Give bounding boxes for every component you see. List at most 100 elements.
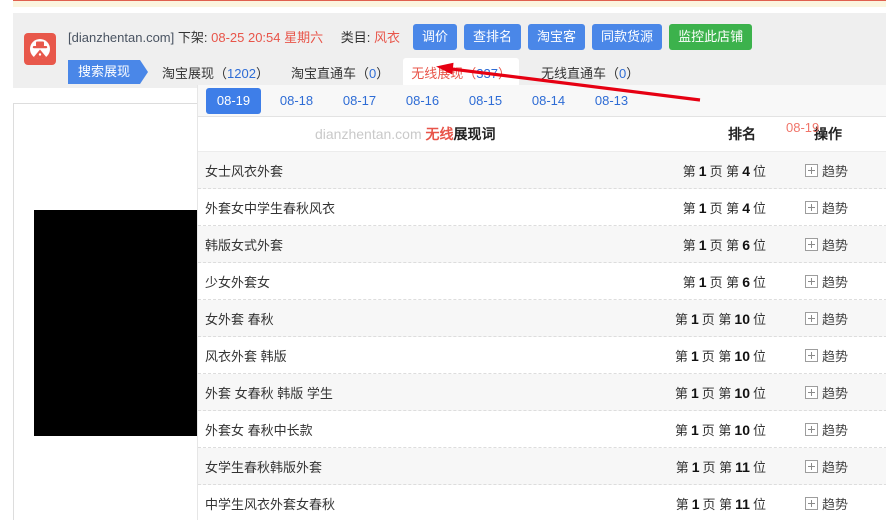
rank-cell: 第1页 第4位: [683, 161, 766, 180]
rank-word: 位: [752, 311, 766, 327]
rank-page-number: 1: [690, 347, 699, 364]
trend-label: 趋势: [822, 459, 849, 475]
keyword-cell: 女外套 春秋: [205, 311, 274, 327]
rank-position-number: 10: [734, 421, 750, 438]
nav-tab-淘宝直通车[interactable]: 淘宝直通车（0）: [291, 63, 389, 82]
nav-tab-paren: ）: [376, 65, 390, 81]
nav-tab-count: 337: [476, 65, 498, 81]
rank-page-number: 1: [691, 495, 700, 512]
nav-tab-search-display[interactable]: 搜索展现: [68, 60, 149, 84]
rank-word: 页 第: [701, 311, 732, 327]
rank-word: 第: [682, 274, 696, 290]
table-row: 女士风衣外套 第 1 页 第 4 位 趋势: [198, 152, 886, 189]
nav-tab-paren: ）: [255, 65, 269, 81]
date-tab-bar: 08-19 08-18 08-17 08-16 08-15 08-14 08-13: [198, 85, 886, 117]
nav-tab-label: 淘宝展现（: [162, 65, 228, 81]
rank-word: 页 第: [702, 459, 733, 475]
rank-word: 第: [682, 200, 696, 216]
keyword-cell: 风衣外套 韩版: [205, 348, 287, 364]
header-button-查排名[interactable]: 查排名: [464, 24, 522, 50]
rank-position-number: 4: [742, 199, 750, 216]
trend-label: 趋势: [822, 348, 849, 364]
nav-tab-paren: ）: [626, 65, 640, 81]
nav-tab-无线直通车[interactable]: 无线直通车（0）: [541, 63, 639, 82]
rank-word: 第: [674, 385, 688, 401]
trend-label: 趋势: [822, 422, 849, 438]
rank-cell: 第1页 第 11 位: [676, 494, 766, 513]
date-tab-08-15[interactable]: 08-15: [458, 88, 513, 114]
rank-page-number: 1: [690, 310, 699, 327]
rank-position-number: 6: [742, 236, 750, 253]
trend-button[interactable]: 趋势: [805, 346, 851, 365]
category-label: 类目:: [340, 30, 371, 45]
table-title-wireless: 无线: [425, 126, 454, 142]
trend-label: 趋势: [822, 274, 849, 290]
date-tab-08-18[interactable]: 08-18: [269, 88, 324, 114]
rank-page-number: 1: [698, 273, 707, 290]
rank-cell: 第1页 第6位: [683, 272, 766, 291]
date-tab-08-14[interactable]: 08-14: [521, 88, 576, 114]
rank-word: 位: [752, 163, 766, 179]
nav-tab-淘宝展现[interactable]: 淘宝展现（1202）: [162, 63, 269, 82]
trend-button[interactable]: 趋势: [805, 494, 851, 513]
keyword-cell: 少女外套女: [205, 274, 271, 290]
table-row: 中学生风衣外套女春秋 第 1 页 第 11 位 趋势: [198, 485, 886, 520]
trend-label: 趋势: [822, 163, 849, 179]
rank-word: 页 第: [709, 237, 740, 253]
plus-box-icon: [805, 422, 818, 436]
trend-button[interactable]: 趋势: [805, 383, 851, 402]
rank-cell: 第1页 第4位: [683, 198, 766, 217]
rank-position-number: 10: [734, 384, 750, 401]
header-button-监控此店铺[interactable]: 监控此店铺: [669, 24, 753, 50]
rank-word: 第: [675, 459, 689, 475]
header-button-淘宝客[interactable]: 淘宝客: [528, 24, 586, 50]
date-overlay-label: 08-19: [786, 120, 820, 135]
trend-button[interactable]: 趋势: [805, 420, 851, 439]
rank-word: 页 第: [701, 348, 732, 364]
keyword-cell: 外套女 春秋中长款: [205, 422, 313, 438]
date-tab-08-17[interactable]: 08-17: [332, 88, 387, 114]
trend-button[interactable]: 趋势: [805, 161, 851, 180]
trend-button[interactable]: 趋势: [805, 309, 851, 328]
nav-tab-row: 搜索展现 淘宝展现（1202） 淘宝直通车（0） 无线展现（337） 无线直通车（0）: [68, 57, 639, 87]
nav-tab-label: 无线展现（: [411, 65, 477, 81]
table-row: 外套女 春秋中长款 第 1 页 第 10 位 趋势: [198, 411, 886, 448]
trend-label: 趋势: [822, 496, 849, 512]
keyword-table-body: 女士风衣外套第 1 页 第 4 位趋势 外套女中学生春秋风衣第 1 页 第 4 位趋势 韩版女式外套…: [198, 152, 886, 520]
plus-box-icon: [805, 311, 818, 325]
trend-button[interactable]: 趋势: [805, 272, 851, 291]
date-tab-08-13[interactable]: 08-13: [584, 88, 639, 114]
rank-word: 位: [752, 459, 766, 475]
page-header: [dianzhentan.com] 下架: 08-25 20:54 星期六 类目…: [13, 13, 886, 88]
keyword-cell: 韩版女式外套: [205, 237, 284, 253]
trend-button[interactable]: 趋势: [805, 235, 851, 254]
trend-button[interactable]: 趋势: [805, 457, 851, 476]
nav-tab-count: 1202: [227, 65, 256, 81]
plus-box-icon: [805, 274, 818, 288]
rank-page-number: 1: [690, 384, 699, 401]
header-button-同款货源[interactable]: 同款货源: [592, 24, 663, 50]
rank-column-header: 排名: [728, 126, 756, 142]
rank-word: 第: [674, 422, 688, 438]
trend-label: 趋势: [822, 311, 849, 327]
header-button-row: 调价 查排名 淘宝客 同款货源 监控此店铺: [413, 24, 753, 50]
trend-label: 趋势: [822, 385, 849, 401]
trend-button[interactable]: 趋势: [805, 198, 851, 217]
rank-word: 页 第: [709, 274, 740, 290]
rank-word: 第: [675, 496, 689, 512]
rank-page-number: 1: [691, 458, 700, 475]
table-header: dianzhentan.com 无线展现词 排名 操作 08-19: [198, 117, 886, 152]
header-button-调价[interactable]: 调价: [413, 24, 458, 50]
rank-cell: 第1页 第 10 位: [675, 346, 766, 365]
offshelf-label: 下架:: [177, 30, 208, 45]
rank-word: 位: [752, 385, 766, 401]
date-tab-08-19[interactable]: 08-19: [206, 87, 261, 114]
rank-cell: 第1页 第 10 位: [675, 420, 766, 439]
table-row: 女学生春秋韩版外套 第 1 页 第 11 位 趋势: [198, 448, 886, 485]
nav-tab-无线展现[interactable]: 无线展现（337）: [403, 57, 519, 87]
date-tab-08-16[interactable]: 08-16: [395, 88, 450, 114]
rank-word: 位: [752, 200, 766, 216]
rank-word: 位: [752, 496, 766, 512]
rank-word: 位: [752, 422, 766, 438]
plus-box-icon: [805, 237, 818, 251]
